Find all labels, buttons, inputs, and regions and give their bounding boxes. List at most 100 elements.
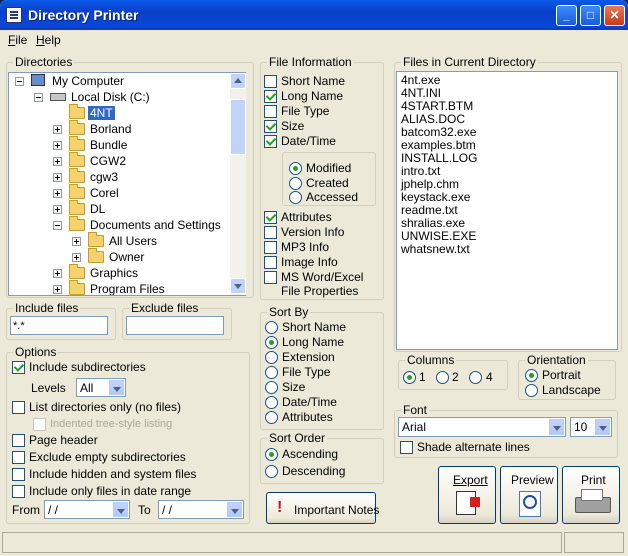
file-list[interactable]: 4nt.exe 4NT.INI 4START.BTM ALIAS.DOC batcom3… — [396, 71, 618, 350]
expand-icon[interactable] — [53, 189, 62, 198]
file-type-checkbox[interactable] — [264, 105, 277, 118]
tree-node-label: Program Files — [90, 282, 165, 295]
tree-node[interactable]: All Users — [9, 232, 231, 249]
expand-icon[interactable] — [53, 173, 62, 182]
accessed-radio[interactable] — [289, 191, 302, 204]
collapse-icon[interactable] — [53, 221, 62, 230]
landscape-radio[interactable] — [525, 384, 538, 397]
folder-icon — [69, 120, 85, 135]
ms-word-excel-checkbox[interactable] — [264, 271, 277, 284]
tree-node[interactable]: Borland — [9, 120, 231, 137]
sort-by-radio[interactable] — [265, 381, 278, 394]
menu-file[interactable]: File — [8, 33, 27, 47]
date-time-checkbox[interactable] — [264, 135, 277, 148]
mp3-info-checkbox[interactable] — [264, 241, 277, 254]
tree-scrollbar[interactable] — [230, 73, 246, 295]
tree-node[interactable]: Owner — [9, 248, 231, 265]
ascending-label: Ascending — [282, 447, 339, 461]
exclude-files-input[interactable] — [126, 316, 224, 335]
sort-by-radio[interactable] — [265, 396, 278, 409]
page-header-checkbox[interactable] — [12, 434, 25, 447]
font-size-dropdown[interactable]: 10 — [570, 417, 612, 437]
ascending-radio[interactable] — [265, 448, 278, 461]
size-checkbox[interactable] — [264, 120, 277, 133]
indented-tree-checkbox[interactable] — [33, 418, 46, 431]
scroll-down-button[interactable] — [230, 278, 246, 294]
sort-by-radio[interactable] — [265, 321, 278, 334]
sort-by-radio[interactable] — [265, 411, 278, 424]
columns-1-radio[interactable] — [403, 371, 416, 384]
minimize-button[interactable]: _ — [556, 5, 577, 26]
tree-node[interactable]: My Computer — [9, 73, 231, 89]
menu-help[interactable]: Help — [36, 33, 61, 47]
maximize-button[interactable]: □ — [580, 5, 601, 26]
collapse-icon[interactable] — [15, 77, 24, 86]
version-info-checkbox[interactable] — [264, 226, 277, 239]
font-name-dropdown[interactable]: Arial — [398, 417, 566, 437]
sort-by-radio[interactable] — [265, 336, 278, 349]
tree-node[interactable]: 4NT — [9, 104, 231, 121]
expand-icon[interactable] — [53, 125, 62, 134]
date-range-checkbox[interactable] — [12, 485, 25, 498]
tree-node[interactable]: cgw3 — [9, 168, 231, 185]
scroll-up-button[interactable] — [230, 73, 246, 89]
expand-icon[interactable] — [53, 157, 62, 166]
print-button[interactable]: Print — [562, 466, 620, 524]
tree-node[interactable]: Program Files — [9, 280, 231, 295]
file-list-item[interactable]: whatsnew.txt — [401, 243, 470, 256]
close-button[interactable]: ✕ — [604, 5, 625, 26]
expand-icon[interactable] — [72, 237, 81, 246]
created-radio[interactable] — [289, 177, 302, 190]
columns-4-radio[interactable] — [469, 371, 482, 384]
expand-icon[interactable] — [53, 269, 62, 278]
export-label: Export — [453, 473, 488, 487]
from-date-picker[interactable]: / / — [44, 500, 130, 519]
sort-by-radio[interactable] — [265, 351, 278, 364]
tree-node-label: DL — [90, 202, 106, 216]
columns-legend: Columns — [405, 353, 457, 367]
to-date-picker[interactable]: / / — [158, 500, 244, 519]
list-dirs-only-checkbox[interactable] — [12, 401, 25, 414]
portrait-radio[interactable] — [525, 369, 538, 382]
expand-icon[interactable] — [53, 205, 62, 214]
tree-node[interactable]: Documents and Settings — [9, 216, 231, 233]
print-label: Print — [581, 473, 606, 487]
scroll-thumb[interactable] — [230, 99, 246, 155]
short-name-checkbox[interactable] — [264, 75, 277, 88]
long-name-checkbox[interactable] — [264, 90, 277, 103]
tree-node[interactable]: Corel — [9, 184, 231, 201]
tree-node[interactable]: Bundle — [9, 136, 231, 153]
title-bar[interactable]: Directory Printer _ □ ✕ — [0, 0, 628, 30]
window-title: Directory Printer — [28, 7, 139, 23]
tree-node[interactable]: Local Disk (C:) — [9, 89, 231, 105]
tree-node[interactable]: Graphics — [9, 264, 231, 281]
export-button[interactable]: Export — [438, 466, 496, 524]
short-name-label: Short Name — [281, 74, 346, 88]
descending-radio[interactable] — [265, 465, 278, 478]
tree-node-label: cgw3 — [90, 170, 119, 184]
tree-node[interactable]: DL — [9, 200, 231, 217]
tree-node[interactable]: CGW2 — [9, 152, 231, 169]
file-information-legend: File Information — [267, 55, 354, 69]
columns-1-label: 1 — [419, 370, 426, 384]
columns-2-radio[interactable] — [436, 371, 449, 384]
include-hidden-checkbox[interactable] — [12, 468, 25, 481]
modified-radio[interactable] — [289, 162, 302, 175]
include-files-input[interactable]: *.* — [10, 316, 108, 335]
attributes-checkbox[interactable] — [264, 211, 277, 224]
include-subdirectories-checkbox[interactable] — [12, 361, 25, 374]
sort-by-radio[interactable] — [265, 366, 278, 379]
exclude-empty-checkbox[interactable] — [12, 451, 25, 464]
directory-tree[interactable]: My Computer Local Disk (C:) 4NT Borland Bund… — [8, 72, 246, 296]
from-label: From — [12, 503, 40, 517]
expand-icon[interactable] — [72, 253, 81, 262]
status-bar — [0, 529, 628, 556]
important-notes-button[interactable]: ! Important Notes — [266, 492, 379, 524]
shade-alternate-checkbox[interactable] — [400, 441, 413, 454]
expand-icon[interactable] — [53, 285, 62, 294]
image-info-checkbox[interactable] — [264, 256, 277, 269]
levels-dropdown[interactable]: All — [76, 378, 126, 397]
collapse-icon[interactable] — [34, 93, 43, 102]
expand-icon[interactable] — [53, 141, 62, 150]
preview-button[interactable]: Preview — [500, 466, 558, 524]
